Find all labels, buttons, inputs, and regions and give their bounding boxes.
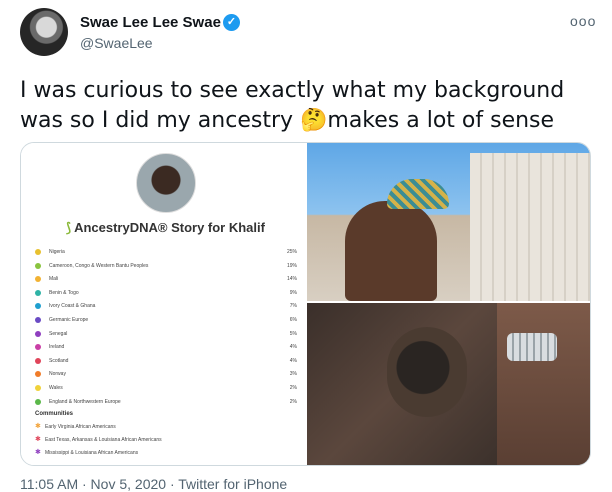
ethnicity-color-dot-icon xyxy=(35,357,41,364)
ethnicity-name: Ireland xyxy=(49,344,65,351)
ethnicity-color-dot-icon xyxy=(35,317,41,323)
ethnicity-name: Ivory Coast & Ghana xyxy=(49,303,96,310)
tweet-text: I was curious to see exactly what my bac… xyxy=(20,78,565,133)
ethnicity-name: Nigeria xyxy=(49,249,65,255)
community-name: Mississippi & Louisiana African American… xyxy=(45,450,139,456)
ethnicity-color-dot-icon xyxy=(35,398,41,405)
ethnicity-name: Benin & Togo xyxy=(49,289,79,296)
ethnicity-color-dot-icon xyxy=(35,262,41,269)
display-name[interactable]: Swae Lee Lee Swae xyxy=(80,14,221,31)
community-row: ✱ East Texas, Arkansas & Louisiana Africa… xyxy=(35,435,297,446)
ethnicity-name: Norway xyxy=(49,371,66,378)
ethnicity-row: Norway 3% xyxy=(35,369,297,381)
ethnicity-name: Wales xyxy=(49,385,63,391)
ancestry-title: ⟆ AncestryDNA® Story for Khalif xyxy=(66,220,265,236)
tattooed-arm xyxy=(497,303,590,465)
ethnicity-percent: 4% xyxy=(289,357,297,364)
ethnicity-name: England & Northwestern Europe xyxy=(49,398,121,405)
ethnicity-percent: 3% xyxy=(289,371,297,378)
ethnicity-name: Scotland xyxy=(49,357,69,364)
ancestry-title-text: AncestryDNA® Story for Khalif xyxy=(74,220,265,235)
ethnicity-percent: 19% xyxy=(286,262,297,269)
ethnicity-row: Germanic Europe 6% xyxy=(35,315,297,327)
ethnicity-color-dot-icon xyxy=(35,276,41,283)
ethnicity-percent: 2% xyxy=(289,385,297,391)
ethnicity-percent: 4% xyxy=(289,344,297,351)
poolside-photo[interactable] xyxy=(307,143,590,301)
community-name: East Texas, Arkansas & Louisiana African… xyxy=(45,437,162,443)
ethnicity-name: Germanic Europe xyxy=(49,317,89,323)
ethnicity-row: Nigeria 25% xyxy=(35,247,297,259)
ethnicity-row: Mali 14% xyxy=(35,274,297,286)
bucket-hat xyxy=(387,179,449,209)
ethnicity-name: Cameroon, Congo & Western Bantu Peoples xyxy=(49,262,149,269)
person-figure xyxy=(345,201,437,301)
community-row: ✱ Early Virginia African Americans xyxy=(35,422,297,433)
ethnicity-color-dot-icon xyxy=(35,344,41,351)
ethnicity-color-dot-icon xyxy=(35,385,41,391)
ethnicity-color-dot-icon xyxy=(35,303,41,310)
ethnicity-color-dot-icon xyxy=(35,289,41,296)
ethnicity-row: England & Northwestern Europe 2% xyxy=(35,397,297,409)
ancestry-avatar xyxy=(136,153,196,213)
cabana-curtain xyxy=(470,153,590,301)
ethnicity-name: Senegal xyxy=(49,330,68,337)
ethnicity-row: Ireland 4% xyxy=(35,342,297,354)
monkey-figure xyxy=(387,327,467,417)
media-grid: ⟆ AncestryDNA® Story for Khalif Nigeria 25… xyxy=(20,142,591,466)
ethnicity-percent: 6% xyxy=(289,317,297,323)
ethnicity-row: Cameroon, Congo & Western Bantu Peoples 1… xyxy=(35,261,297,273)
monkey-photo[interactable] xyxy=(307,303,590,465)
ethnicity-row: Senegal 5% xyxy=(35,329,297,341)
community-star-icon: ✱ xyxy=(35,423,41,430)
ethnicity-percent: 9% xyxy=(289,289,297,296)
ethnicity-percent: 14% xyxy=(286,276,297,283)
communities-header: Communities xyxy=(35,411,74,417)
community-row: ✱ Mississippi & Louisiana African America… xyxy=(35,448,297,459)
profile-avatar[interactable] xyxy=(20,8,68,56)
more-options-icon[interactable]: ooo xyxy=(570,13,596,29)
ancestry-leaf-icon: ⟆ xyxy=(66,220,72,235)
ethnicity-percent: 7% xyxy=(289,303,297,310)
community-name: Early Virginia African Americans xyxy=(45,424,116,430)
ancestry-dna-image[interactable]: ⟆ AncestryDNA® Story for Khalif Nigeria 25… xyxy=(21,143,305,465)
ethnicity-name: Mali xyxy=(49,276,59,283)
ethnicity-row: Scotland 4% xyxy=(35,356,297,368)
ethnicity-row: Wales 2% xyxy=(35,383,297,395)
tweet-card: Swae Lee Lee Swae ✓ @SwaeLee ooo I was c… xyxy=(0,0,612,492)
tweet-meta: 11:05 AM · Nov 5, 2020 · Twitter for iPh… xyxy=(20,476,288,492)
user-handle[interactable]: @SwaeLee xyxy=(80,35,153,51)
ethnicity-percent: 25% xyxy=(286,249,297,255)
ethnicity-row: Ivory Coast & Ghana 7% xyxy=(35,301,297,313)
wrist-watch xyxy=(507,333,557,361)
ethnicity-color-dot-icon xyxy=(35,330,41,337)
ethnicity-color-dot-icon xyxy=(35,249,41,255)
ethnicity-percent: 5% xyxy=(289,330,297,337)
community-star-icon: ✱ xyxy=(35,449,41,456)
community-star-icon: ✱ xyxy=(35,436,41,443)
ethnicity-color-dot-icon xyxy=(35,371,41,378)
ethnicity-percent: 2% xyxy=(289,398,297,405)
ethnicity-row: Benin & Togo 9% xyxy=(35,288,297,300)
verified-badge-icon: ✓ xyxy=(223,14,240,31)
